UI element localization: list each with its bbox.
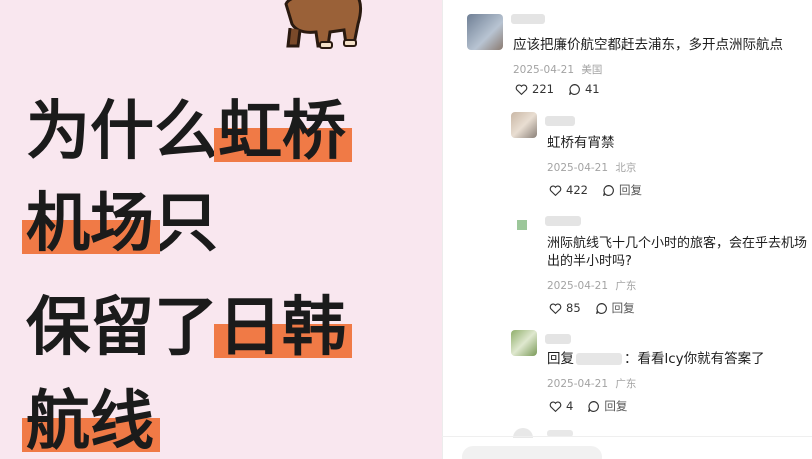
comment-date: 2025-04-21 bbox=[513, 64, 575, 76]
reply-label: 回复 bbox=[604, 399, 628, 413]
comment-actions: 422 回复 bbox=[549, 182, 656, 198]
comment-actions: 221 41 bbox=[515, 82, 614, 96]
screen: 为什么虹桥 机场只 保留了日韩 航线 应该把廉价航空都赶去浦东，多开点洲际航点 bbox=[0, 0, 812, 459]
comment-meta: 2025-04-21 广东 bbox=[547, 376, 636, 391]
username-blurred[interactable] bbox=[511, 14, 545, 24]
comment-location: 美国 bbox=[581, 64, 603, 76]
username-blurred[interactable] bbox=[545, 334, 571, 344]
comment-date: 2025-04-21 bbox=[547, 280, 609, 292]
reply-button[interactable]: 回复 bbox=[595, 300, 635, 316]
comment-bubble-icon bbox=[603, 184, 614, 196]
like-count: 422 bbox=[566, 183, 588, 197]
comment-location: 广东 bbox=[615, 280, 637, 292]
avatar[interactable] bbox=[511, 214, 533, 236]
comment-input-bar[interactable] bbox=[462, 446, 602, 459]
poster-image: 为什么虹桥 机场只 保留了日韩 航线 bbox=[0, 0, 442, 459]
comment-text: 虹桥有宵禁 bbox=[547, 135, 615, 151]
comment-date: 2025-04-21 bbox=[547, 162, 609, 174]
reply-body: ：看看lcy你就有答案了 bbox=[624, 351, 765, 367]
comment-actions: 85 回复 bbox=[549, 300, 649, 316]
reply-button[interactable]: 回复 bbox=[587, 398, 627, 414]
reply-button[interactable]: 回复 bbox=[602, 182, 642, 198]
like-button[interactable]: 422 bbox=[549, 183, 588, 197]
headline-text: 只 bbox=[154, 187, 218, 261]
comment-bubble-icon bbox=[595, 302, 607, 314]
like-button[interactable]: 85 bbox=[549, 301, 581, 315]
mentioned-user-blurred[interactable] bbox=[576, 353, 622, 365]
avatar[interactable] bbox=[467, 14, 503, 50]
reply-label: 回复 bbox=[618, 183, 642, 197]
headline-highlight: 机场 bbox=[22, 187, 160, 261]
heart-icon bbox=[549, 401, 562, 412]
like-count: 4 bbox=[566, 399, 574, 413]
comment-date: 2025-04-21 bbox=[547, 378, 609, 390]
comment-location: 北京 bbox=[615, 162, 637, 174]
reply-count-button[interactable]: 41 bbox=[568, 82, 600, 96]
like-count: 85 bbox=[566, 301, 581, 315]
comment-location: 广东 bbox=[615, 378, 637, 390]
headline-highlight: 虹桥 bbox=[214, 95, 352, 169]
avatar[interactable] bbox=[511, 330, 537, 356]
comment-bubble-icon bbox=[569, 83, 580, 95]
headline-text: 保留了 bbox=[26, 291, 218, 365]
heart-icon bbox=[549, 185, 562, 196]
username-blurred[interactable] bbox=[545, 216, 581, 226]
comment-meta: 2025-04-21 北京 bbox=[547, 160, 636, 175]
reply-count: 41 bbox=[584, 82, 600, 96]
headline-text: 为什么 bbox=[26, 95, 218, 169]
like-count: 221 bbox=[532, 82, 554, 96]
reply-label: 回复 bbox=[611, 301, 635, 315]
like-button[interactable]: 4 bbox=[549, 399, 573, 413]
comment-text-line-1: 洲际航线飞十几个小时的旅客，会在乎去机场 bbox=[547, 236, 808, 251]
comment-meta: 2025-04-21 美国 bbox=[513, 62, 602, 77]
heart-icon bbox=[515, 84, 528, 95]
reply-item: 回复 ：看看lcy你就有答案了 2025-04-21 广东 4 回复 bbox=[443, 326, 812, 422]
comment-text: 回复 ：看看lcy你就有答案了 bbox=[547, 350, 765, 369]
cartoon-dog-mascot bbox=[284, 0, 363, 49]
like-button[interactable]: 221 bbox=[515, 82, 554, 96]
headline-highlight: 航线 bbox=[22, 385, 160, 459]
comment-text: 应该把廉价航空都赶去浦东，多开点洲际航点 bbox=[513, 37, 783, 53]
reply-item: 洲际航线飞十几个小时的旅客，会在乎去机场 出的半小时吗? 2025-04-21 … bbox=[443, 210, 812, 320]
comment-item: 应该把廉价航空都赶去浦东，多开点洲际航点 2025-04-21 美国 221 4… bbox=[443, 0, 812, 100]
reply-prefix: 回复 bbox=[547, 351, 574, 367]
username-blurred[interactable] bbox=[545, 116, 575, 126]
reply-item: 虹桥有宵禁 2025-04-21 北京 422 回复 bbox=[443, 106, 812, 202]
comment-actions: 4 回复 bbox=[549, 398, 641, 414]
comment-section: 应该把廉价航空都赶去浦东，多开点洲际航点 2025-04-21 美国 221 4… bbox=[442, 0, 812, 459]
comment-text-line-2: 出的半小时吗? bbox=[547, 254, 632, 269]
headline-highlight: 日韩 bbox=[214, 291, 352, 365]
divider bbox=[442, 436, 812, 437]
comment-bubble-icon bbox=[588, 400, 600, 412]
avatar[interactable] bbox=[511, 112, 537, 138]
comment-meta: 2025-04-21 广东 bbox=[547, 278, 636, 293]
heart-icon bbox=[549, 303, 562, 314]
